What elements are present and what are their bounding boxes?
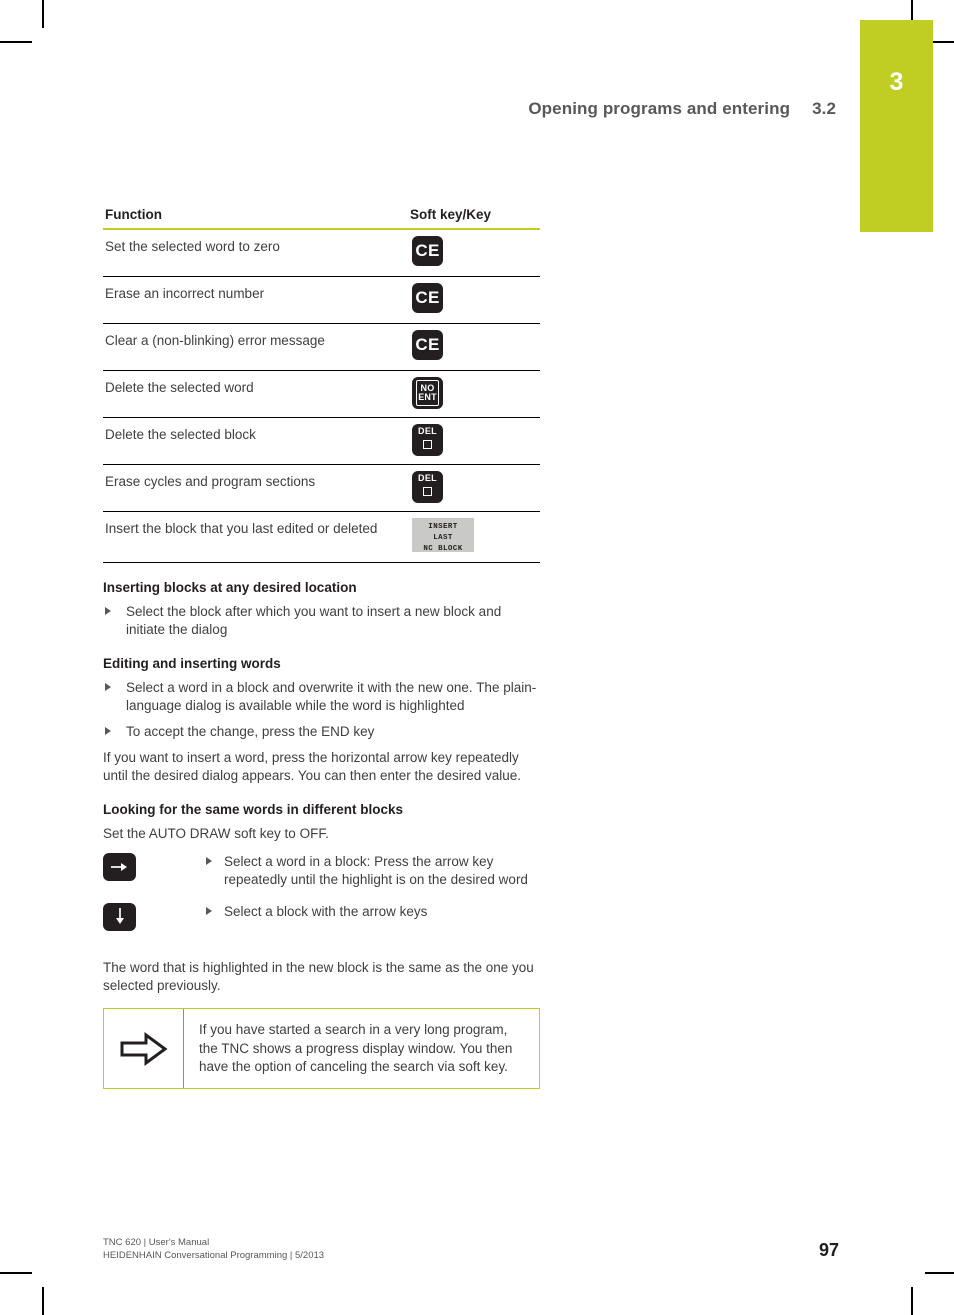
bullet-triangle-icon <box>105 682 111 691</box>
function-description: Delete the selected word <box>103 370 408 418</box>
function-softkey-table: Function Soft key/Key Set the selected w… <box>103 207 540 564</box>
note-divider <box>183 1009 184 1088</box>
crop-mark-bottom-left-horizontal <box>0 1272 32 1274</box>
arrow-right-icon <box>103 852 136 881</box>
insert-last-nc-block-softkey: INSERT LAST NC BLOCK <box>412 518 474 553</box>
function-description: Delete the selected block <box>103 417 408 465</box>
heading-inserting-blocks: Inserting blocks at any desired location <box>103 580 357 596</box>
running-header-section-number: 3.2 <box>812 99 836 118</box>
ce-key-icon: CE <box>412 236 443 266</box>
del-key-square-glyph <box>422 487 432 496</box>
bullet-list-inserting: Select the block after which you want to… <box>103 603 543 639</box>
footer-line1: TNC 620 | User's Manual <box>103 1237 210 1248</box>
bullet-triangle-icon <box>105 607 111 616</box>
list-item: Select the block after which you want to… <box>103 603 543 639</box>
del-key-icon: DEL <box>412 424 443 456</box>
table-row: Insert the block that you last edited or… <box>103 511 540 564</box>
page-footer: TNC 620 | User's Manual HEIDENHAIN Conve… <box>103 1236 839 1263</box>
table-row: Erase cycles and program sections DEL <box>103 464 540 512</box>
note-box: If you have started a search in a very l… <box>103 1008 540 1089</box>
table-row: Clear a (non-blinking) error message CE <box>103 323 540 371</box>
key-cell: DEL <box>408 417 540 465</box>
running-header-title: Opening programs and entering <box>528 99 791 118</box>
note-text: If you have started a search in a very l… <box>199 1022 513 1074</box>
softkey-line3: NC BLOCK <box>423 544 463 553</box>
no-ent-key-line2: ENT <box>418 392 437 402</box>
crop-mark-bottom-right-horizontal <box>925 1272 954 1274</box>
function-description: Set the selected word to zero <box>103 229 408 277</box>
content-column: Function Soft key/Key Set the selected w… <box>103 207 543 1089</box>
column-header-softkey: Soft key/Key <box>408 207 540 230</box>
del-key-icon: DEL <box>412 471 443 503</box>
table-row: Delete the selected word NO ENT <box>103 370 540 418</box>
document-page: 3 Opening programs and entering 3.2 Funct… <box>0 0 954 1315</box>
function-description: Erase cycles and program sections <box>103 464 408 512</box>
list-item: To accept the change, press the END key <box>103 723 543 741</box>
crop-mark-bottom-right-vertical <box>911 1287 913 1315</box>
paragraph-highlight-result: The word that is highlighted in the new … <box>103 959 534 993</box>
table-row: Delete the selected block DEL <box>103 417 540 465</box>
crop-mark-top-left-vertical <box>42 0 44 28</box>
list-item: Select a word in a block and overwrite i… <box>103 679 543 715</box>
function-description: Clear a (non-blinking) error message <box>103 323 408 371</box>
paragraph-auto-draw: Set the AUTO DRAW soft key to OFF. <box>103 825 329 841</box>
key-instruction-text-wrap: Select a block with the arrow keys <box>206 903 543 921</box>
bullet-triangle-icon <box>105 726 111 735</box>
heading-editing-words: Editing and inserting words <box>103 655 281 671</box>
key-cell: CE <box>408 323 540 371</box>
chapter-number: 3 <box>889 68 904 96</box>
softkey-line2: LAST <box>433 533 453 542</box>
del-key-label: DEL <box>418 426 437 436</box>
chapter-tab: 3 <box>860 20 933 232</box>
list-item-text: To accept the change, press the END key <box>126 723 375 739</box>
key-cell: CE <box>408 229 540 277</box>
key-slot <box>103 852 149 881</box>
key-instruction-row: Select a block with the arrow keys <box>103 902 543 937</box>
paragraph-editing: If you want to insert a word, press the … <box>103 749 522 783</box>
bullet-triangle-icon <box>206 856 212 865</box>
table-row: Erase an incorrect number CE <box>103 276 540 324</box>
column-header-function: Function <box>103 207 408 230</box>
key-cell: CE <box>408 276 540 324</box>
footer-line2: HEIDENHAIN Conversational Programming | … <box>103 1250 325 1262</box>
ce-key-icon: CE <box>412 330 443 360</box>
table-header-row: Function Soft key/Key <box>103 207 540 230</box>
function-description: Erase an incorrect number <box>103 276 408 324</box>
crop-mark-top-right-horizontal <box>932 41 954 43</box>
ce-key-icon: CE <box>412 283 443 313</box>
key-cell: DEL <box>408 464 540 512</box>
table-row: Set the selected word to zero CE <box>103 229 540 277</box>
key-cell: NO ENT <box>408 370 540 418</box>
hint-arrow-icon <box>104 1009 183 1087</box>
bullet-triangle-icon <box>206 906 212 915</box>
key-slot <box>103 902 149 931</box>
key-instruction-row: Select a word in a block: Press the arro… <box>103 852 543 889</box>
bullet-list-editing: Select a word in a block and overwrite i… <box>103 679 543 741</box>
no-ent-key-icon: NO ENT <box>412 377 443 409</box>
list-item-text: Select the block after which you want to… <box>126 604 502 637</box>
key-instruction-text: Select a word in a block: Press the arro… <box>224 853 528 887</box>
page-number: 97 <box>818 1240 839 1260</box>
footer-imprint: TNC 620 | User's Manual HEIDENHAIN Conve… <box>103 1236 324 1263</box>
del-key-square-glyph <box>422 440 432 449</box>
key-cell: INSERT LAST NC BLOCK <box>408 511 540 564</box>
key-instruction-text: Select a block with the arrow keys <box>224 903 428 919</box>
key-instruction-text-wrap: Select a word in a block: Press the arro… <box>206 853 543 889</box>
running-header: Opening programs and entering 3.2 <box>0 99 836 119</box>
crop-mark-bottom-left-vertical <box>42 1287 44 1315</box>
function-description: Insert the block that you last edited or… <box>103 511 408 564</box>
crop-mark-top-left-horizontal <box>0 41 32 43</box>
heading-looking-words: Looking for the same words in different … <box>103 801 404 817</box>
del-key-label: DEL <box>418 473 437 483</box>
no-ent-key-inner: NO ENT <box>416 380 439 406</box>
softkey-line1: INSERT <box>428 523 458 531</box>
arrow-down-icon <box>103 902 136 931</box>
list-item-text: Select a word in a block and overwrite i… <box>126 679 537 713</box>
